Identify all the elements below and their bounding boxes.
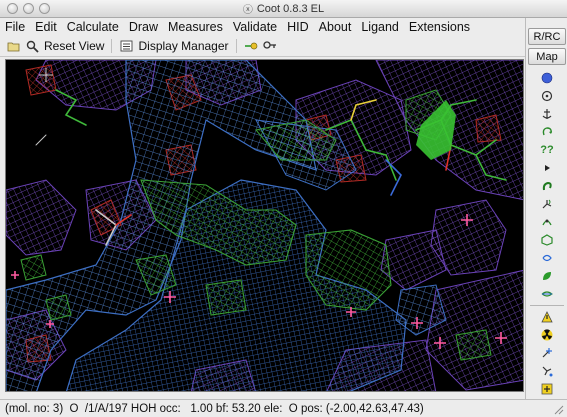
toolbar: Reset View Display Manager	[0, 36, 525, 57]
window-title: ⓧ Coot 0.8.3 EL	[242, 1, 325, 17]
rrc-button[interactable]: R/RC	[528, 28, 566, 45]
menu-bar: File Edit Calculate Draw Measures Valida…	[0, 18, 525, 36]
key-icon[interactable]	[262, 39, 277, 53]
status-bar: (mol. no: 3) O /1/A/197 HOH occ: 1.00 bf…	[0, 399, 567, 417]
refine-icon[interactable]	[539, 88, 555, 104]
reset-view-button[interactable]: Reset View	[44, 39, 104, 53]
ring-icon[interactable]	[539, 232, 555, 248]
plus-box-icon[interactable]	[539, 381, 555, 397]
warning-icon[interactable]	[539, 309, 555, 325]
map-button[interactable]: Map	[528, 48, 566, 65]
chain-icon[interactable]	[539, 363, 555, 379]
menu-measures[interactable]: Measures	[168, 20, 223, 34]
map-label: Map	[536, 50, 558, 63]
x11-icon: ⓧ	[242, 5, 253, 16]
menu-about[interactable]: About	[319, 20, 352, 34]
toolbar-separator	[235, 39, 237, 53]
zoom-icon[interactable]	[25, 39, 39, 53]
menu-hid[interactable]: HID	[287, 20, 309, 34]
title-bar: ⓧ Coot 0.8.3 EL	[0, 0, 567, 18]
swirl-icon[interactable]	[539, 250, 555, 266]
anchor-icon[interactable]	[539, 106, 555, 122]
question-icon[interactable]: ??	[539, 142, 555, 158]
toolbar-separator	[111, 39, 113, 53]
close-window-button[interactable]	[7, 3, 18, 14]
menu-validate[interactable]: Validate	[233, 20, 277, 34]
menu-extensions[interactable]: Extensions	[409, 20, 470, 34]
display-manager-label: Display Manager	[138, 39, 229, 53]
window-title-text: Coot 0.8.3 EL	[256, 2, 325, 15]
green-leaf-icon[interactable]	[539, 268, 555, 284]
fragment-icon[interactable]	[539, 214, 555, 230]
resize-grip-icon[interactable]	[552, 403, 564, 415]
reset-view-label: Reset View	[44, 39, 105, 53]
window-controls	[7, 3, 50, 14]
green-arrow-icon[interactable]	[244, 39, 258, 53]
folder-icon[interactable]	[6, 39, 20, 53]
minimize-window-button[interactable]	[23, 3, 34, 14]
sphere-icon[interactable]	[539, 70, 555, 86]
side-toolbar: R/RC Map ??	[525, 18, 567, 410]
display-manager-icon	[119, 39, 133, 53]
jiggle-icon[interactable]	[539, 178, 555, 194]
status-text: (mol. no: 3) O /1/A/197 HOH occ: 1.00 bf…	[5, 402, 424, 415]
display-manager-button[interactable]: Display Manager	[138, 39, 228, 53]
torsion-icon[interactable]	[539, 196, 555, 212]
menu-file[interactable]: File	[5, 20, 25, 34]
menu-calculate[interactable]: Calculate	[67, 20, 119, 34]
menu-edit[interactable]: Edit	[35, 20, 57, 34]
density-map-render	[6, 60, 523, 391]
side-divider	[530, 305, 564, 306]
add-atom-icon[interactable]	[539, 345, 555, 361]
graphics-viewport[interactable]	[5, 59, 524, 392]
rrc-label: R/RC	[533, 30, 561, 43]
menu-ligand[interactable]: Ligand	[361, 20, 399, 34]
triangle-right-icon[interactable]	[539, 160, 555, 176]
rotate-icon[interactable]	[539, 124, 555, 140]
menu-draw[interactable]: Draw	[129, 20, 158, 34]
zoom-window-button[interactable]	[39, 3, 50, 14]
map-fit-icon[interactable]	[539, 286, 555, 302]
radiation-icon[interactable]	[539, 327, 555, 343]
